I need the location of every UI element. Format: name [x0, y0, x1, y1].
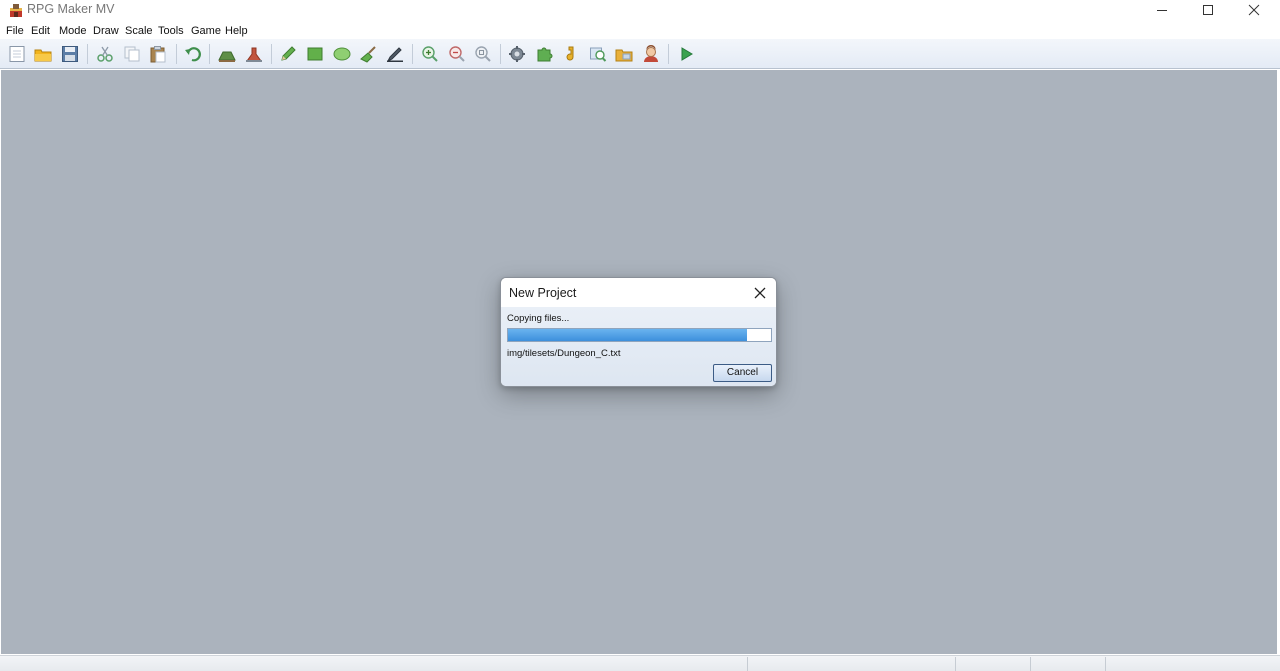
database-icon [509, 46, 525, 62]
undo-icon [185, 47, 201, 62]
toolbar-separator [500, 44, 501, 64]
app-window: RPG Maker MV File Edit Mode Draw Scale T… [0, 0, 1280, 671]
save-project-button[interactable] [59, 43, 81, 65]
sound-test-icon [566, 46, 574, 61]
menu-mode[interactable]: Mode [59, 25, 87, 37]
rectangle-icon [307, 47, 323, 61]
menu-game[interactable]: Game [191, 25, 221, 37]
copy-progress-bar [507, 328, 772, 342]
toolbar-separator [668, 44, 669, 64]
new-project-button[interactable] [6, 43, 28, 65]
status-bar [0, 655, 1280, 671]
pencil-icon [281, 46, 296, 61]
save-project-icon [62, 46, 78, 62]
close-icon [754, 287, 766, 299]
maximize-button[interactable] [1185, 0, 1231, 20]
character-generator-button[interactable] [640, 43, 662, 65]
copy-icon [124, 46, 140, 62]
playtest-icon [681, 47, 693, 61]
dialog-body: Copying files... img/tilesets/Dungeon_C.… [501, 307, 776, 386]
toolbar-separator [209, 44, 210, 64]
dialog-header: New Project [501, 278, 776, 307]
new-project-icon [9, 46, 25, 62]
toolbar-separator [176, 44, 177, 64]
open-project-icon [34, 49, 52, 62]
rpg-maker-icon [10, 4, 22, 17]
new-project-dialog: New Project Copying files... img/tileset… [500, 277, 777, 387]
flood-fill-icon [360, 46, 376, 63]
minimize-button[interactable] [1139, 0, 1185, 20]
zoom-out-icon [449, 46, 465, 62]
plugin-manager-button[interactable] [533, 43, 555, 65]
menu-help[interactable]: Help [225, 25, 248, 37]
ellipse-button[interactable] [331, 43, 353, 65]
menu-tools[interactable]: Tools [158, 25, 184, 37]
menu-draw[interactable]: Draw [93, 25, 119, 37]
close-icon [1248, 4, 1260, 16]
event-mode-button[interactable] [243, 43, 265, 65]
event-searcher-button[interactable] [587, 43, 609, 65]
event-searcher-icon [590, 47, 607, 62]
menu-edit[interactable]: Edit [31, 25, 50, 37]
plugin-manager-icon [537, 47, 553, 62]
window-title: RPG Maker MV [27, 2, 115, 16]
cut-icon [97, 46, 113, 62]
zoom-in-icon [422, 46, 438, 62]
shadow-pen-icon [386, 47, 403, 63]
paste-button[interactable] [147, 43, 169, 65]
dialog-close-button[interactable] [749, 283, 771, 303]
copy-button[interactable] [121, 43, 143, 65]
dialog-title: New Project [509, 286, 577, 300]
toolbar-separator [87, 44, 88, 64]
pencil-button[interactable] [277, 43, 299, 65]
resource-manager-button[interactable] [613, 43, 635, 65]
close-window-button[interactable] [1231, 0, 1277, 20]
resource-manager-icon [615, 49, 633, 62]
toolbar [0, 39, 1280, 69]
flood-fill-button[interactable] [357, 43, 379, 65]
title-bar: RPG Maker MV [0, 0, 1280, 22]
toolbar-separator [412, 44, 413, 64]
open-project-button[interactable] [32, 43, 54, 65]
map-mode-button[interactable] [216, 43, 238, 65]
database-button[interactable] [506, 43, 528, 65]
zoom-actual-icon [475, 46, 491, 62]
minimize-icon [1157, 10, 1167, 11]
status-divider [1030, 657, 1031, 671]
maximize-icon [1203, 5, 1213, 15]
map-mode-icon [218, 51, 236, 62]
cut-button[interactable] [94, 43, 116, 65]
menu-bar: File Edit Mode Draw Scale Tools Game Hel… [0, 22, 1280, 40]
ellipse-icon [333, 47, 351, 61]
status-divider [1105, 657, 1106, 671]
event-mode-icon [246, 47, 262, 62]
undo-button[interactable] [182, 43, 204, 65]
toolbar-separator [271, 44, 272, 64]
zoom-in-button[interactable] [419, 43, 441, 65]
copy-status-label: Copying files... [507, 313, 570, 324]
progress-fill [508, 329, 748, 341]
character-generator-icon [644, 45, 658, 62]
zoom-actual-button[interactable] [472, 43, 494, 65]
menu-file[interactable]: File [6, 25, 24, 37]
menu-scale[interactable]: Scale [125, 25, 153, 37]
playtest-button[interactable] [675, 43, 697, 65]
rectangle-button[interactable] [304, 43, 326, 65]
shadow-pen-button[interactable] [384, 43, 406, 65]
status-divider [747, 657, 748, 671]
status-divider [955, 657, 956, 671]
zoom-out-button[interactable] [446, 43, 468, 65]
paste-icon [150, 46, 166, 63]
cancel-button[interactable]: Cancel [713, 364, 772, 382]
sound-test-button[interactable] [560, 43, 582, 65]
current-file-label: img/tilesets/Dungeon_C.txt [507, 348, 621, 359]
